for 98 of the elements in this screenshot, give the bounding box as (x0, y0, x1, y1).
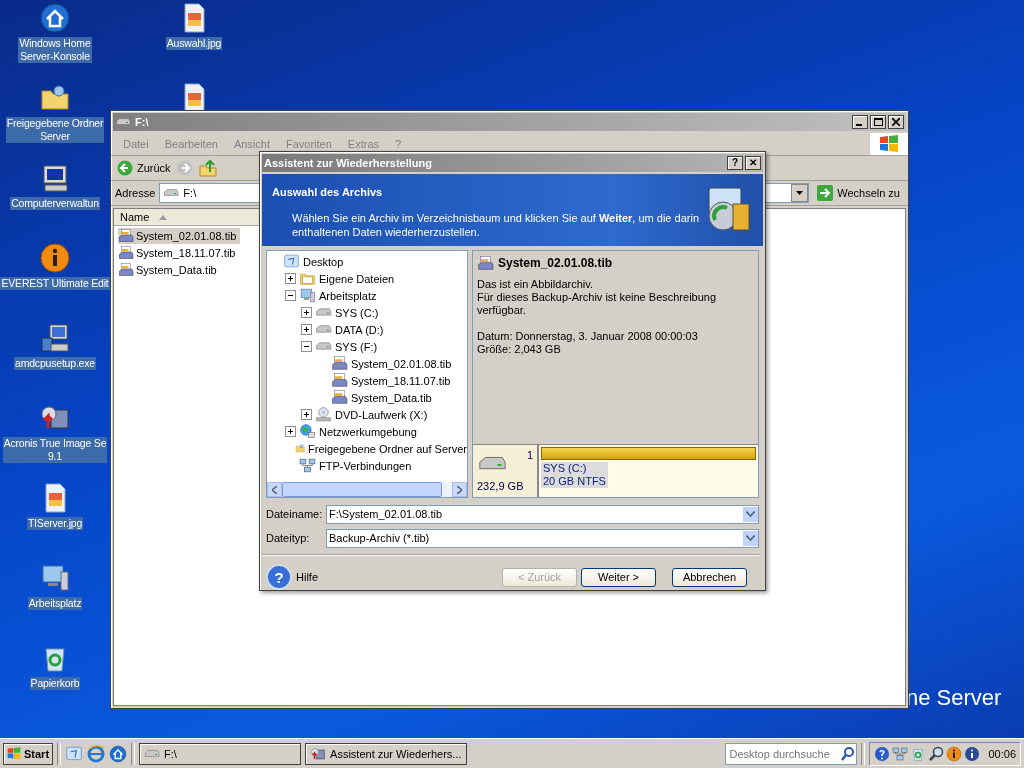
close-button[interactable]: ✕ (745, 155, 761, 170)
info-icon (946, 745, 963, 762)
field-label: Dateityp: (266, 532, 311, 544)
expand-toggle[interactable] (285, 273, 296, 284)
step-heading: Auswahl des Archivs (272, 185, 384, 198)
archive-icon (477, 255, 494, 272)
desktop-icon-label[interactable]: Arbeitsplatz (27, 597, 83, 610)
tree-item[interactable]: Netzwerkumgebung (319, 425, 417, 438)
archive-icon (118, 245, 134, 261)
disk-capacity: 232,9 GB (477, 480, 525, 492)
tree-item[interactable]: System_02.01.08.tib (351, 357, 452, 370)
tree-item[interactable]: Eigene Dateien (319, 272, 395, 285)
horizontal-scrollbar[interactable] (267, 482, 467, 497)
desktop-icon-label[interactable]: EVEREST Ultimate Edit (0, 277, 110, 290)
sort-arrow-icon (159, 214, 168, 220)
windows-logo (870, 133, 908, 155)
info-text: Das ist ein Abbildarchiv. (477, 278, 594, 291)
tree-item[interactable]: System_Data.tib (351, 391, 432, 404)
archive-icon (118, 228, 134, 244)
computer-icon (299, 287, 316, 304)
backup-drive-icon (310, 745, 327, 762)
expand-toggle[interactable] (301, 307, 312, 318)
tree-item[interactable]: Arbeitsplatz (319, 289, 377, 302)
dialog-title: Assistent zur Wiederherstellung (264, 156, 432, 169)
maximize-icon (873, 118, 883, 126)
partition-label: SYS (C:) 20 GB NTFS (541, 462, 608, 488)
scroll-left-button[interactable] (267, 482, 282, 497)
tree-item[interactable]: Desktop (303, 255, 344, 268)
archive-icon (331, 389, 348, 406)
disk-number: 1 (526, 449, 533, 461)
archive-title: System_02.01.08.tib (498, 257, 613, 270)
taskbar-button[interactable]: Assistent zur Wiederhers... (305, 742, 468, 765)
close-icon (892, 118, 900, 126)
archive-size: Größe: 2,043 GB (477, 343, 562, 356)
expand-toggle[interactable] (301, 409, 312, 420)
back-button[interactable]: Zurück (117, 160, 171, 176)
home-icon (109, 744, 128, 763)
chevron-right-icon (457, 485, 462, 494)
search-field[interactable]: Desktop durchsuche (725, 742, 858, 765)
field-label: Dateiname: (266, 508, 322, 520)
tree-item[interactable]: DVD-Laufwerk (X:) (335, 408, 428, 421)
network-computers-icon (892, 745, 909, 762)
tree-item[interactable]: Freigegebene Ordner auf Server (308, 442, 467, 455)
start-button[interactable]: Start (3, 742, 54, 765)
archive-date: Datum: Donnerstag, 3. Januar 2008 00:00:03 (477, 330, 699, 343)
file-item[interactable]: System_Data.tib (118, 262, 221, 278)
magnifier-icon[interactable] (928, 745, 945, 762)
help-icon[interactable] (874, 745, 891, 762)
network-globe-icon (299, 423, 316, 440)
collapse-toggle[interactable] (285, 290, 296, 301)
combo-field[interactable]: F:\System_02.01.08.tib (326, 504, 759, 524)
archive-icon (118, 262, 134, 278)
help-button[interactable]: ? (727, 155, 743, 170)
setup-computer-icon (39, 322, 71, 354)
tree-item[interactable]: SYS (F:) (335, 340, 378, 353)
desktop-icon-label[interactable]: Windows Home Server-Konsole (18, 37, 92, 63)
info-icon[interactable] (964, 745, 981, 762)
file-item[interactable]: System_18.11.07.tib (118, 245, 240, 261)
computer-icon (39, 562, 71, 594)
windows-logo (7, 747, 21, 760)
collapse-toggle[interactable] (301, 341, 312, 352)
window-title: F:\ (135, 116, 149, 128)
info-text: Für dieses Backup-Archiv ist keine Beschreibung verfügbar. (477, 291, 718, 317)
address-label: Adresse (115, 187, 156, 199)
close-button[interactable] (888, 115, 904, 129)
taskbar-button[interactable]: F:\ (139, 742, 302, 765)
tree-item[interactable]: FTP-Verbindungen (319, 459, 412, 472)
archive-icon (331, 372, 348, 389)
scroll-right-button[interactable] (452, 482, 467, 497)
tree-item[interactable]: System_18.11.07.tib (351, 374, 451, 387)
wizard-button[interactable]: Abbrechen (672, 567, 747, 587)
info-icon (39, 242, 71, 274)
wizard-button[interactable]: Weiter > (581, 567, 656, 587)
desktop-icon-label[interactable]: Computerverwaltun (10, 197, 100, 210)
expand-toggle[interactable] (285, 426, 296, 437)
search-icon[interactable] (840, 745, 857, 762)
chevron-left-icon (272, 485, 277, 494)
desktop-icon-label[interactable]: Papierkorb (29, 677, 81, 690)
desktop-icon-label[interactable]: TIServer.jpg (26, 517, 84, 530)
go-button[interactable]: Wechseln zu (813, 185, 904, 201)
desktop-icon-label[interactable]: Auswahl.jpg (165, 37, 223, 50)
minimize-button[interactable] (852, 115, 868, 129)
disc-drive-icon (315, 406, 332, 423)
desktop-icon-label[interactable]: Acronis True Image Se 9.1 (2, 437, 108, 463)
tree-item[interactable]: SYS (C:) (335, 306, 379, 319)
clock: 00:06 (988, 747, 1016, 760)
go-arrow-icon (817, 185, 834, 201)
file-item[interactable]: System_02.01.08.tib (118, 228, 241, 244)
home-icon (39, 2, 71, 34)
desktop-icon-label[interactable]: amdcpusetup.exe (14, 357, 96, 370)
maximize-button[interactable] (870, 115, 886, 129)
archive-icon (331, 355, 348, 372)
browser-icon[interactable] (87, 744, 106, 763)
network-computers-icon (299, 457, 316, 474)
tree-item[interactable]: DATA (D:) (335, 323, 384, 336)
expand-toggle[interactable] (301, 324, 312, 335)
desktop-icon-label[interactable]: Freigegebene Ordner Server (5, 117, 105, 143)
combo-field[interactable]: Backup-Archiv (*.tib) (326, 528, 759, 548)
